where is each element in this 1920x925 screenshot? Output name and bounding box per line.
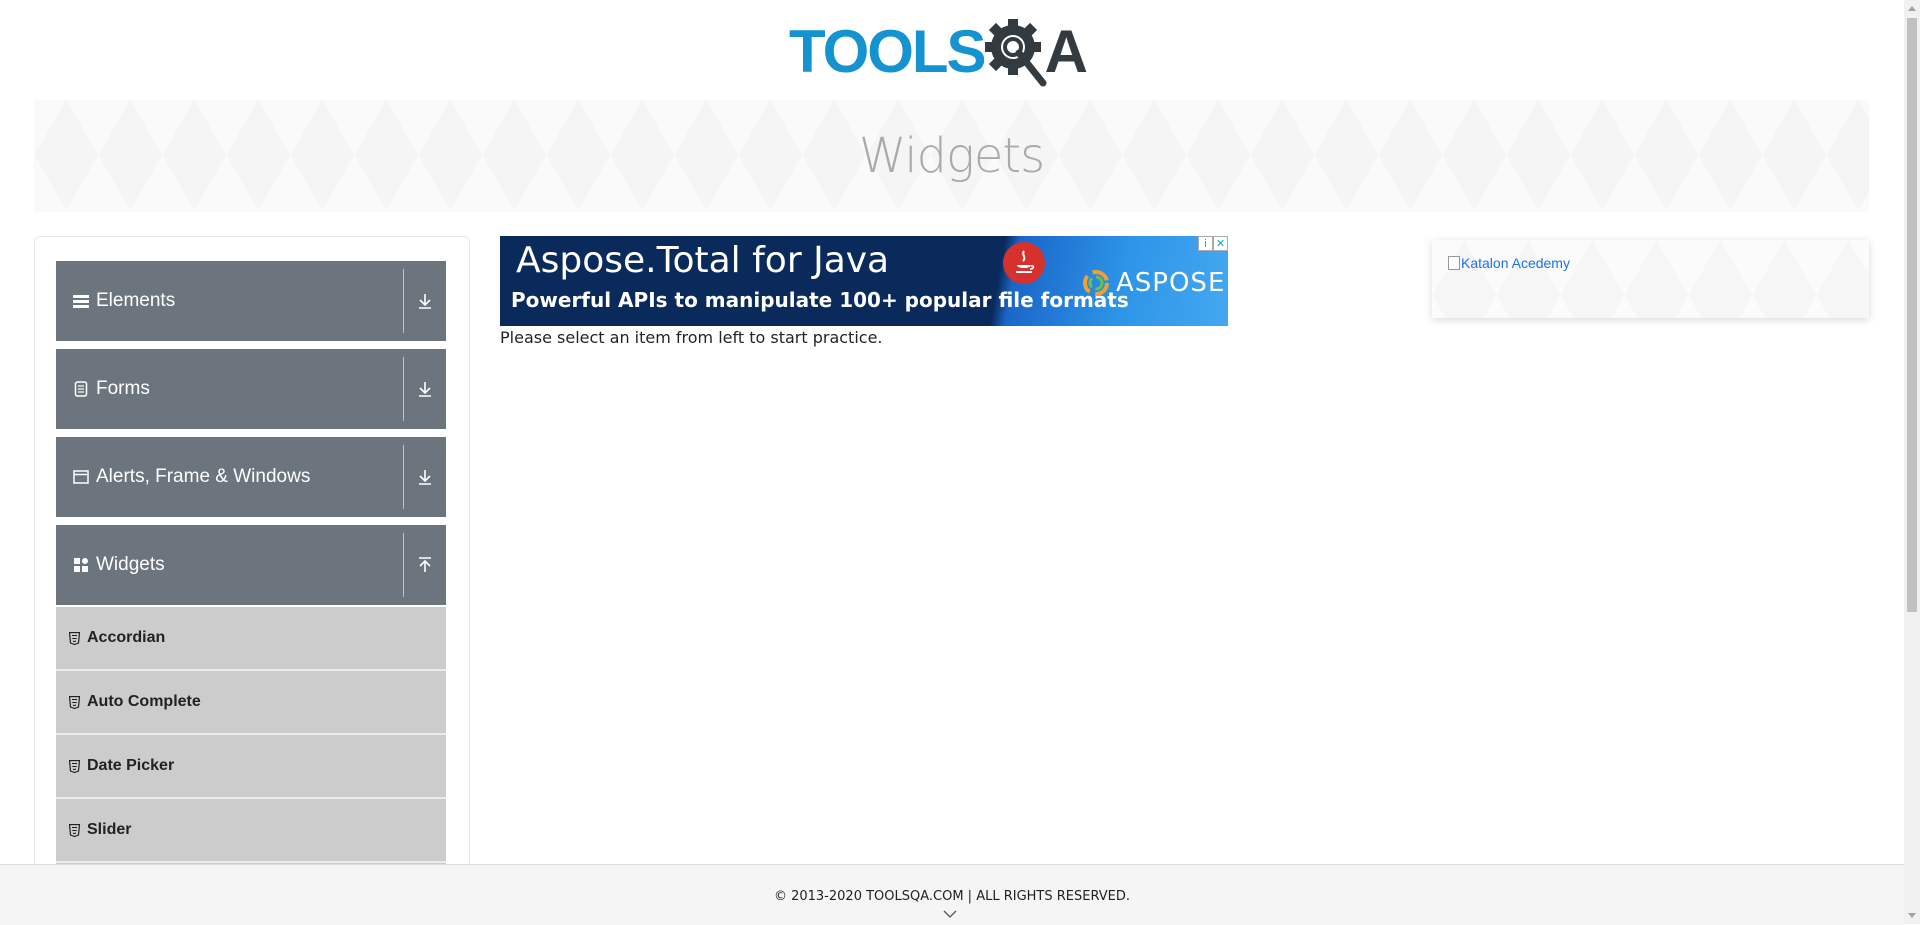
divider — [403, 533, 404, 597]
katalon-ad[interactable]: Katalon Acedemy — [1432, 240, 1869, 318]
page-title: Widgets — [858, 128, 1045, 184]
hamburger-icon — [72, 292, 90, 310]
intro-text: Please select an item from left to start… — [500, 328, 883, 347]
html5-shield-icon — [69, 759, 81, 773]
sidebar-group-elements[interactable]: Elements — [56, 261, 446, 341]
sidebar-item-auto-complete[interactable]: Auto Complete — [56, 671, 446, 735]
sidebar-group-label: Widgets — [96, 554, 165, 575]
aspose-logo-icon — [1083, 270, 1109, 296]
sidebar-item-label: Auto Complete — [87, 693, 201, 710]
java-logo-icon — [1003, 242, 1045, 284]
katalon-ad-link[interactable]: Katalon Acedemy — [1448, 255, 1570, 271]
ad-title: Aspose.Total for Java — [516, 240, 890, 281]
logo-text-a: A — [1044, 18, 1088, 85]
sidebar-group-forms[interactable]: Forms — [56, 349, 446, 429]
ad-brand-text: ASPOSE — [1116, 268, 1226, 298]
download-arrow-icon[interactable] — [404, 380, 446, 398]
scroll-down-arrow-icon[interactable] — [1904, 908, 1920, 924]
chevron-down-icon[interactable] — [943, 909, 957, 919]
sidebar-group-label: Elements — [96, 290, 176, 311]
scroll-up-arrow-icon[interactable] — [1904, 0, 1920, 16]
html5-shield-icon — [69, 695, 81, 709]
aspose-ad-banner[interactable]: Aspose.Total for Java Powerful APIs to m… — [500, 236, 1228, 326]
katalon-ad-alt-text: Katalon Acedemy — [1461, 255, 1570, 271]
sidebar-group-label: Alerts, Frame & Windows — [96, 466, 311, 487]
aspose-brand: ASPOSE — [1082, 268, 1225, 298]
logo-text-tools: TOOLS — [789, 18, 987, 85]
html5-shield-icon — [69, 631, 81, 645]
grid-icon — [72, 556, 90, 574]
sidebar-group-widgets[interactable]: Widgets — [56, 525, 446, 605]
ad-info-icon[interactable]: i — [1198, 236, 1213, 251]
sidebar-item-label: Accordian — [87, 629, 166, 646]
sidebar-item-accordian[interactable]: Accordian — [56, 607, 446, 671]
vertical-scrollbar[interactable] — [1904, 0, 1920, 924]
ad-choices[interactable]: i ✕ — [1198, 236, 1228, 251]
sidebar-item-label: Slider — [87, 821, 132, 838]
footer-copyright: © 2013-2020 TOOLSQA.COM | ALL RIGHTS RES… — [773, 889, 1131, 904]
sidebar-group-label: Forms — [96, 378, 150, 399]
document-icon — [72, 380, 90, 398]
html5-shield-icon — [69, 823, 81, 837]
upload-arrow-icon[interactable] — [404, 556, 446, 574]
sidebar-group-alerts-frame-windows[interactable]: Alerts, Frame & Windows — [56, 437, 446, 517]
toolsqa-logo[interactable]: TOOLS A — [789, 14, 1088, 90]
gear-magnifier-icon — [984, 19, 1047, 87]
ad-close-icon[interactable]: ✕ — [1213, 236, 1228, 251]
broken-image-icon — [1448, 256, 1460, 270]
scrollbar-thumb[interactable] — [1907, 18, 1917, 612]
sidebar-item-date-picker[interactable]: Date Picker — [56, 735, 446, 799]
sidebar-item-slider[interactable]: Slider — [56, 799, 446, 863]
download-arrow-icon[interactable] — [404, 468, 446, 486]
window-icon — [72, 468, 90, 486]
ad-subtitle: Powerful APIs to manipulate 100+ popular… — [511, 288, 1129, 312]
divider — [403, 357, 404, 421]
download-arrow-icon[interactable] — [404, 292, 446, 310]
divider — [403, 269, 404, 333]
page-banner: Widgets — [34, 100, 1869, 212]
sidebar-item-label: Date Picker — [87, 757, 175, 774]
sidebar: Elements Forms Alerts, Frame & Windows W… — [34, 236, 470, 887]
divider — [403, 445, 404, 509]
footer: © 2013-2020 TOOLSQA.COM | ALL RIGHTS RES… — [0, 864, 1904, 925]
